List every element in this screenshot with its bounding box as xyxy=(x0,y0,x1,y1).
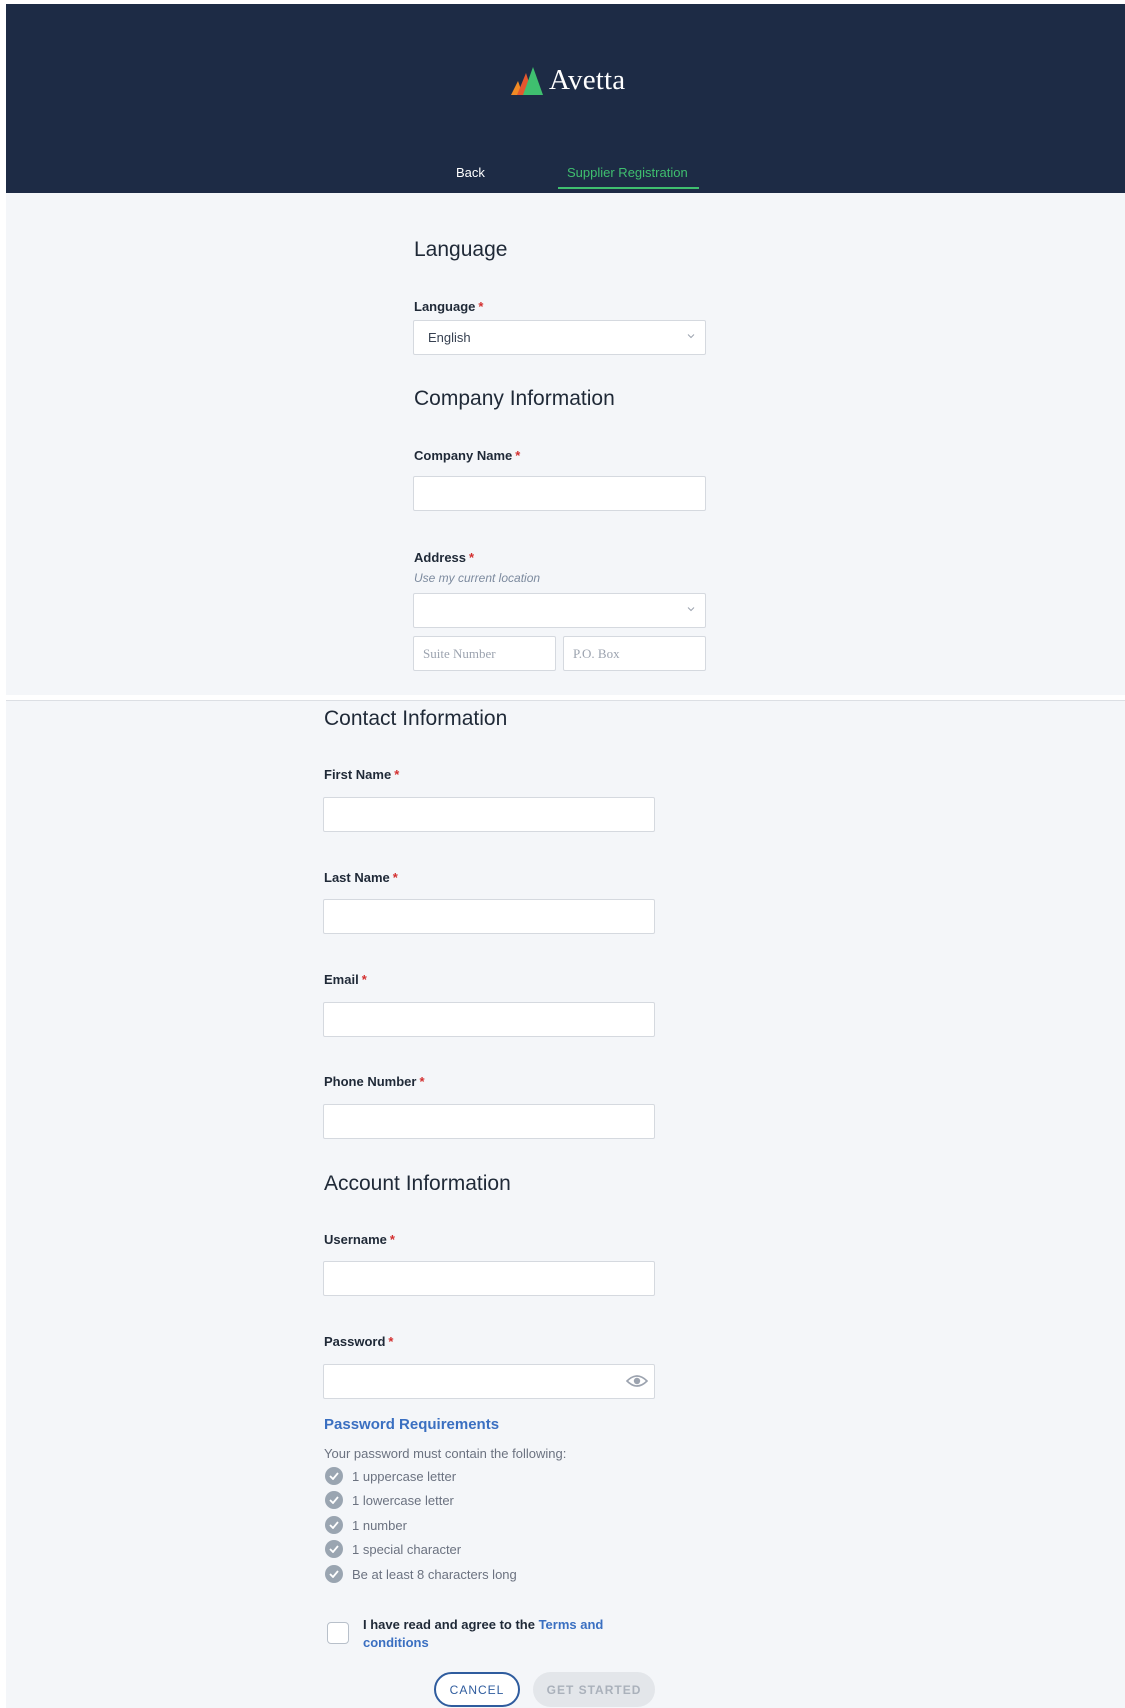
first-name-label: First Name * xyxy=(324,767,400,782)
phone-number-label: Phone Number * xyxy=(324,1074,425,1089)
requirement-item: 1 uppercase letter xyxy=(325,1467,456,1485)
company-name-input[interactable] xyxy=(413,476,706,511)
nav-supplier-registration-tab[interactable]: Supplier Registration xyxy=(567,165,688,180)
username-input[interactable] xyxy=(323,1261,655,1296)
email-label: Email * xyxy=(324,972,367,987)
use-current-location-link[interactable]: Use my current location xyxy=(414,571,540,585)
password-requirements-intro: Your password must contain the following… xyxy=(324,1446,567,1461)
language-label: Language * xyxy=(414,299,484,314)
password-label: Password * xyxy=(324,1334,394,1349)
password-input[interactable] xyxy=(323,1364,655,1399)
terms-agreement-text: I have read and agree to the Terms and c… xyxy=(363,1616,653,1652)
address-label: Address * xyxy=(414,550,475,565)
first-name-input[interactable] xyxy=(323,797,655,832)
company-name-label: Company Name * xyxy=(414,448,521,463)
avetta-logo: Avetta xyxy=(511,64,625,97)
requirement-text: 1 uppercase letter xyxy=(352,1468,457,1484)
po-box-placeholder: P.O. Box xyxy=(573,646,620,661)
requirement-item: 1 lowercase letter xyxy=(325,1491,454,1509)
contact-section-title: Contact Information xyxy=(324,707,508,730)
top-header: Avetta Back Supplier Registration xyxy=(6,4,1125,193)
requirement-item: Be at least 8 characters long xyxy=(325,1565,517,1583)
chevron-down-icon xyxy=(687,607,695,612)
requirement-text: 1 lowercase letter xyxy=(352,1492,454,1508)
nav-back-link[interactable]: Back xyxy=(456,165,485,180)
last-name-input[interactable] xyxy=(323,899,655,934)
suite-number-placeholder: Suite Number xyxy=(423,646,496,661)
last-name-label: Last Name * xyxy=(324,870,398,885)
active-tab-indicator xyxy=(558,187,699,189)
requirement-text: 1 number xyxy=(352,1517,407,1533)
language-selected-value: English xyxy=(428,330,471,345)
agreement-text: I have read and agree to the xyxy=(363,1617,539,1632)
requirement-item: 1 special character xyxy=(325,1540,461,1558)
language-select[interactable]: English xyxy=(413,320,706,355)
check-circle-icon xyxy=(325,1565,343,1583)
get-started-button[interactable]: GET STARTED xyxy=(533,1672,655,1707)
logo-text: Avetta xyxy=(549,64,626,96)
cancel-button[interactable]: CANCEL xyxy=(434,1672,520,1707)
account-section-title: Account Information xyxy=(324,1172,511,1195)
chevron-down-icon xyxy=(687,334,695,339)
email-input[interactable] xyxy=(323,1002,655,1037)
check-circle-icon xyxy=(325,1516,343,1534)
terms-checkbox[interactable] xyxy=(327,1622,349,1644)
username-label: Username * xyxy=(324,1232,395,1247)
check-circle-icon xyxy=(325,1540,343,1558)
check-circle-icon xyxy=(325,1467,343,1485)
phone-number-input[interactable] xyxy=(323,1104,655,1139)
requirement-text: 1 special character xyxy=(352,1541,462,1557)
bottom-form-section xyxy=(6,700,1125,1708)
requirement-text: Be at least 8 characters long xyxy=(352,1566,517,1582)
address-select[interactable] xyxy=(413,593,706,628)
show-password-eye-icon[interactable] xyxy=(626,1373,648,1389)
company-section-title: Company Information xyxy=(414,387,615,410)
suite-number-input[interactable]: Suite Number xyxy=(413,636,556,671)
language-section-title: Language xyxy=(414,238,508,261)
password-requirements-title: Password Requirements xyxy=(324,1416,500,1433)
po-box-input[interactable]: P.O. Box xyxy=(563,636,706,671)
requirement-item: 1 number xyxy=(325,1516,407,1534)
check-circle-icon xyxy=(325,1491,343,1509)
avetta-logo-icon xyxy=(511,66,543,95)
